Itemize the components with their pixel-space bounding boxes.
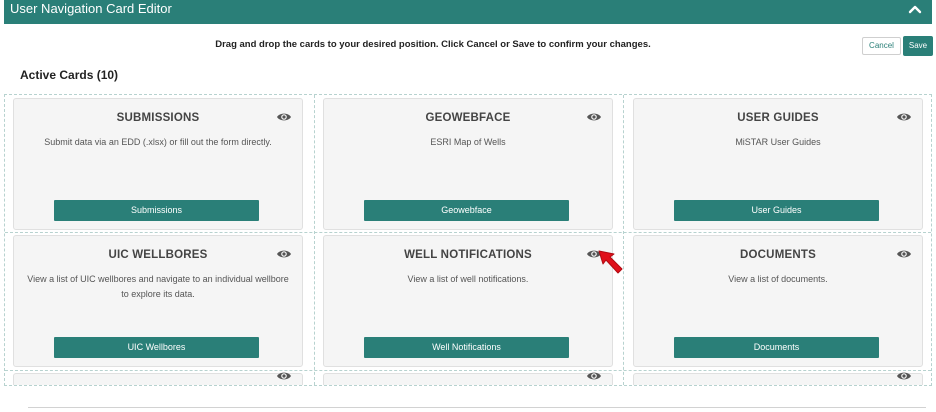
documents-button[interactable]: Documents — [674, 337, 879, 358]
card-description: MiSTAR User Guides — [735, 137, 821, 147]
card-description: Submit data via an EDD (.xlsx) or fill o… — [44, 137, 272, 147]
grid-row-divider — [5, 370, 931, 371]
card-partial[interactable] — [323, 372, 613, 385]
card-description: View a list of well notifications. — [407, 274, 529, 284]
instructions-text: Drag and drop the cards to your desired … — [215, 39, 651, 50]
card-description: View a list of UIC wellbores and navigat… — [27, 274, 289, 299]
card-title: GEOWEBFACE — [425, 112, 511, 124]
eye-icon[interactable] — [276, 109, 292, 125]
grid-column-divider — [623, 95, 624, 385]
save-button[interactable]: Save — [903, 36, 933, 56]
card-documents[interactable]: DOCUMENTS View a list of documents. Docu… — [633, 235, 923, 367]
card-partial[interactable] — [13, 372, 303, 385]
grid-row-divider — [5, 232, 931, 233]
geowebface-button[interactable]: Geowebface — [364, 200, 569, 221]
chevron-up-icon[interactable] — [908, 2, 922, 16]
annotation-arrow-icon — [598, 250, 623, 274]
card-title: UIC WELLBORES — [108, 249, 208, 261]
card-well-notifications[interactable]: WELL NOTIFICATIONS View a list of well n… — [323, 235, 613, 367]
card-user-guides[interactable]: USER GUIDES MiSTAR User Guides User Guid… — [633, 98, 923, 230]
eye-icon[interactable] — [896, 109, 912, 125]
card-uic-wellbores[interactable]: UIC WELLBORES View a list of UIC wellbor… — [13, 235, 303, 367]
eye-icon[interactable] — [276, 246, 292, 262]
editor-title: User Navigation Card Editor — [10, 1, 172, 16]
editor-header: User Navigation Card Editor — [4, 0, 932, 24]
card-geowebface[interactable]: GEOWEBFACE ESRI Map of Wells Geowebface — [323, 98, 613, 230]
user-guides-button[interactable]: User Guides — [674, 200, 879, 221]
card-submissions[interactable]: SUBMISSIONS Submit data via an EDD (.xls… — [13, 98, 303, 230]
eye-icon[interactable] — [896, 246, 912, 262]
card-title: WELL NOTIFICATIONS — [404, 249, 532, 261]
eye-icon[interactable] — [586, 109, 602, 125]
eye-icon[interactable] — [896, 368, 912, 384]
eye-icon[interactable] — [276, 368, 292, 384]
card-title: USER GUIDES — [737, 112, 819, 124]
cancel-button[interactable]: Cancel — [862, 37, 901, 55]
card-description: View a list of documents. — [728, 274, 828, 284]
active-cards-heading: Active Cards (10) — [20, 68, 119, 82]
well-notifications-button[interactable]: Well Notifications — [364, 337, 569, 358]
card-title: SUBMISSIONS — [116, 112, 200, 124]
uic-wellbores-button[interactable]: UIC Wellbores — [54, 337, 259, 358]
card-title: DOCUMENTS — [740, 249, 816, 261]
card-partial[interactable] — [633, 372, 923, 385]
eye-icon[interactable] — [586, 368, 602, 384]
card-description: ESRI Map of Wells — [430, 137, 506, 147]
submissions-button[interactable]: Submissions — [54, 200, 259, 221]
footer-divider — [28, 407, 926, 408]
grid-column-divider — [314, 95, 315, 385]
card-grid: SUBMISSIONS Submit data via an EDD (.xls… — [4, 94, 932, 386]
